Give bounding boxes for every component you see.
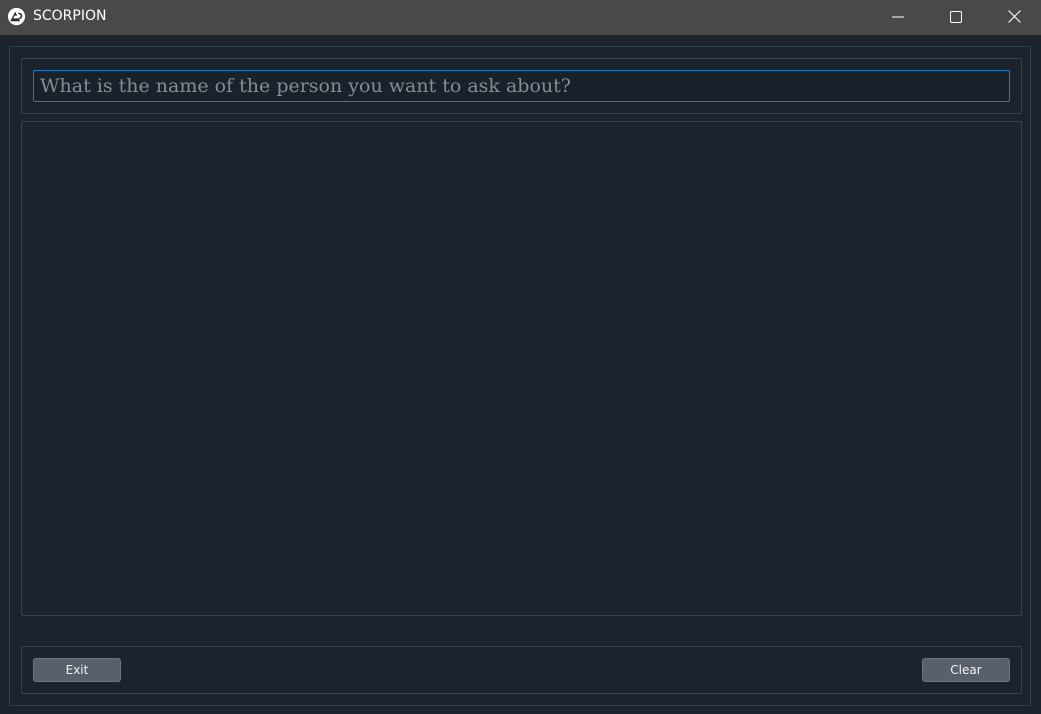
output-area[interactable]: [21, 121, 1022, 616]
clear-button[interactable]: Clear: [922, 658, 1010, 682]
app-logo-icon: [7, 7, 26, 26]
button-bar: [21, 646, 1022, 694]
maximize-button[interactable]: [927, 0, 985, 33]
close-button[interactable]: [985, 0, 1041, 33]
person-name-input[interactable]: [33, 70, 1010, 102]
minimize-icon: [892, 11, 904, 23]
maximize-icon: [950, 10, 962, 23]
close-icon: [1007, 10, 1021, 23]
exit-button[interactable]: Exit: [33, 658, 121, 682]
minimize-button[interactable]: [869, 0, 927, 33]
title-bar[interactable]: SCORPION: [0, 0, 1041, 35]
window-title: SCORPION: [33, 8, 107, 24]
